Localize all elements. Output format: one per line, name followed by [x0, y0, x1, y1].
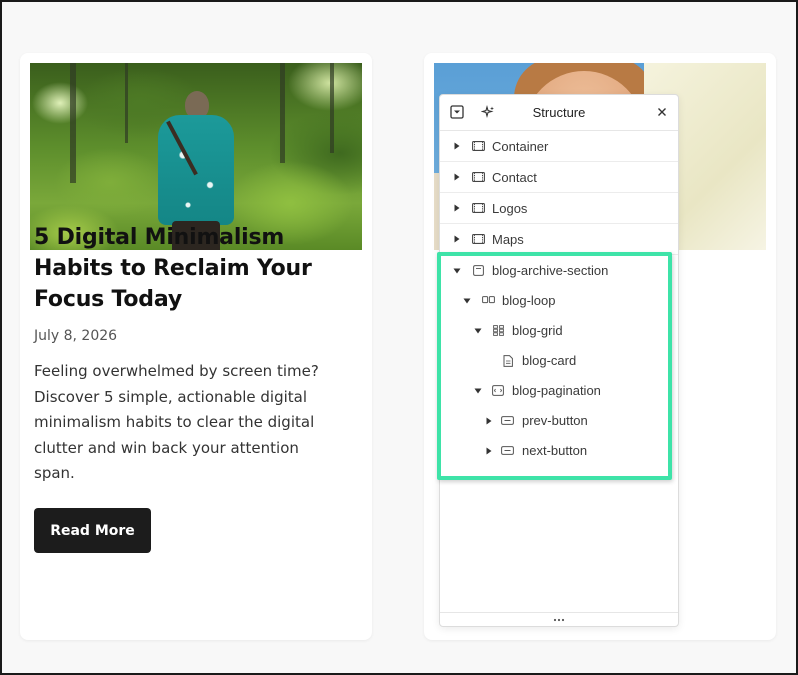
structure-item-label: Contact — [492, 169, 537, 185]
caret-right-icon[interactable] — [453, 173, 461, 181]
caret-right-icon[interactable] — [453, 235, 461, 243]
tree-item-label: blog-loop — [502, 293, 556, 308]
card-icon — [501, 354, 515, 367]
grid-icon — [491, 325, 505, 337]
container-icon — [471, 140, 485, 152]
tree-item-label: blog-card — [522, 353, 577, 368]
caret-right-icon[interactable] — [453, 204, 461, 212]
close-panel-button[interactable] — [654, 104, 670, 120]
panel-resize-handle[interactable] — [440, 612, 678, 627]
container-icon — [471, 202, 485, 214]
structure-item-label: Container — [492, 138, 549, 154]
section-icon — [471, 265, 485, 277]
structure-panel: Structure Container Contact Logos Maps b… — [439, 94, 679, 627]
container-icon — [471, 233, 485, 245]
tree-item-blog-card[interactable]: blog-card — [440, 345, 678, 376]
tree-item-prev-button[interactable]: prev-button — [440, 405, 678, 436]
container-icon — [471, 171, 485, 183]
structure-item-contact[interactable]: Contact — [440, 162, 678, 193]
close-icon — [658, 108, 666, 116]
caret-right-icon[interactable] — [485, 447, 493, 455]
tree-item-blog-loop[interactable]: blog-loop — [440, 285, 678, 316]
caret-down-icon[interactable] — [453, 267, 461, 275]
post-title[interactable]: 5 Digital Minimalism Habits to Reclaim Y… — [34, 222, 324, 315]
tree-item-label: next-button — [522, 443, 588, 458]
tree-item-label: blog-pagination — [512, 383, 601, 398]
caret-right-icon[interactable] — [485, 417, 493, 425]
more-dots-icon — [553, 618, 565, 622]
structure-panel-header: Structure — [440, 95, 678, 131]
caret-down-icon[interactable] — [463, 297, 471, 305]
pagination-icon — [491, 385, 505, 397]
post-date: July 8, 2026 — [34, 328, 118, 344]
tree-item-blog-grid[interactable]: blog-grid — [440, 315, 678, 346]
caret-down-icon[interactable] — [474, 327, 482, 335]
loop-icon — [481, 295, 495, 307]
post-excerpt: Feeling overwhelmed by screen time? Disc… — [34, 362, 319, 482]
button-icon — [500, 445, 514, 457]
caret-down-icon[interactable] — [474, 387, 482, 395]
tree-item-next-button[interactable]: next-button — [440, 435, 678, 466]
tree-item-label: blog-grid — [512, 323, 563, 338]
read-more-button[interactable]: Read More — [34, 508, 151, 553]
structure-item-label: Maps — [492, 231, 524, 247]
structure-item-logos[interactable]: Logos — [440, 193, 678, 224]
structure-item-maps[interactable]: Maps — [440, 224, 678, 255]
panel-title: Structure — [532, 105, 586, 120]
tree-item-blog-pagination[interactable]: blog-pagination — [440, 375, 678, 406]
tree-item-label: blog-archive-section — [492, 263, 609, 278]
structure-item-container[interactable]: Container — [440, 131, 678, 162]
structure-item-label: Logos — [492, 200, 528, 216]
tree-item-label: prev-button — [522, 413, 588, 428]
caret-right-icon[interactable] — [453, 142, 461, 150]
tree-item-blog-archive-section[interactable]: blog-archive-section — [440, 255, 678, 286]
button-icon — [500, 415, 514, 427]
